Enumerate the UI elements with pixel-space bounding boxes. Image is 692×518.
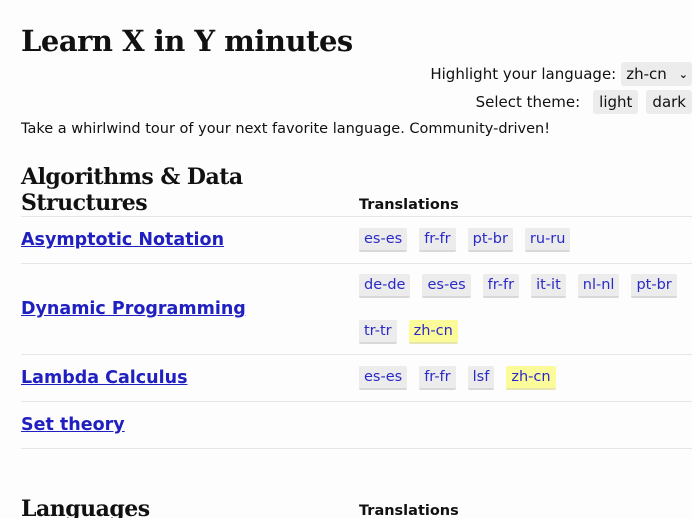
translation-tag[interactable]: fr-fr (419, 366, 456, 390)
theme-dark-button[interactable]: dark (646, 90, 692, 114)
section-languages: Languages Translations (21, 484, 692, 518)
translation-tag[interactable]: ru-ru (524, 228, 571, 252)
section-header: Languages Translations (21, 484, 692, 518)
theme-light-button[interactable]: light (593, 90, 639, 114)
translation-tag[interactable]: pt-br (467, 228, 513, 252)
translation-tag[interactable]: es-es (422, 274, 471, 298)
translation-tags: es-es fr-fr lsf zh-cn (359, 366, 692, 390)
translation-tag[interactable]: tr-tr (359, 320, 397, 344)
table-row: Asymptotic Notation es-es fr-fr pt-br ru-ru (21, 216, 692, 263)
highlight-language-value: zh-cn (626, 65, 667, 83)
highlight-language-label: Highlight your language: (430, 65, 617, 83)
theme-row: Select theme: light dark (430, 88, 692, 116)
tutorial-link[interactable]: Lambda Calculus (21, 368, 359, 388)
section-algorithms: Algorithms & Data Structures Translation… (21, 164, 692, 449)
tutorial-link[interactable]: Asymptotic Notation (21, 230, 359, 250)
translations-header: Translations (359, 503, 459, 518)
section-title: Languages (21, 496, 150, 518)
page-controls: Highlight your language: zh-cn ⌄ Select … (430, 60, 692, 116)
section-header: Algorithms & Data Structures Translation… (21, 164, 692, 216)
translation-tag[interactable]: pt-br (631, 274, 677, 298)
table-row: Dynamic Programming de-de es-es fr-fr it-it n… (21, 263, 692, 354)
tutorial-link[interactable]: Dynamic Programming (21, 299, 359, 319)
translation-tag[interactable]: it-it (531, 274, 566, 298)
theme-label: Select theme: (475, 93, 581, 111)
translation-tag[interactable]: lsf (467, 366, 495, 390)
highlight-language-row: Highlight your language: zh-cn ⌄ (430, 60, 692, 88)
table-row: Lambda Calculus es-es fr-fr lsf zh-cn (21, 354, 692, 401)
translation-tag[interactable]: nl-nl (577, 274, 620, 298)
translation-tag[interactable]: zh-cn (408, 320, 458, 344)
translation-tag[interactable]: zh-cn (506, 366, 556, 390)
tagline: Take a whirlwind tour of your next favor… (21, 121, 551, 137)
translations-header: Translations (359, 197, 459, 213)
chevron-down-icon: ⌄ (678, 67, 688, 81)
section-title: Algorithms & Data Structures (21, 164, 243, 216)
translation-tags: de-de es-es fr-fr it-it nl-nl pt-br tr-tr zh-cn (359, 274, 692, 344)
tutorial-link[interactable]: Set theory (21, 415, 359, 435)
translation-tag[interactable]: fr-fr (419, 228, 456, 252)
translation-tag[interactable]: es-es (359, 228, 408, 252)
translation-tag[interactable]: de-de (359, 274, 411, 298)
translation-tag[interactable]: es-es (359, 366, 408, 390)
page-title: Learn X in Y minutes (21, 24, 353, 58)
translation-tag[interactable]: fr-fr (482, 274, 520, 298)
highlight-language-select[interactable]: zh-cn ⌄ (621, 62, 692, 86)
translation-tags: es-es fr-fr pt-br ru-ru (359, 228, 692, 252)
table-row: Set theory (21, 401, 692, 449)
